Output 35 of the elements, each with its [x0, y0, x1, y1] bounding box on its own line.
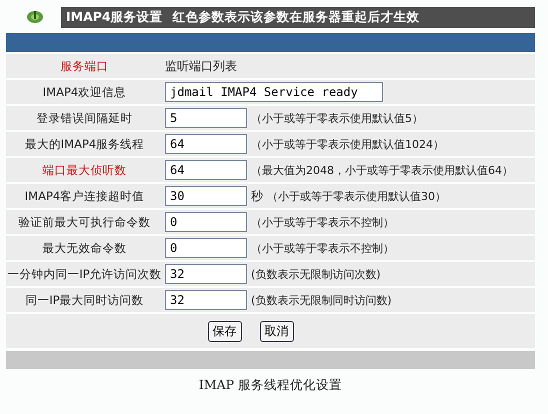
form-button[interactable]: 保存 [208, 320, 242, 342]
hint-text: (负数表示无限制访问次数) [251, 266, 381, 282]
input-field[interactable]: 32 [165, 290, 247, 310]
page-title: IMAP4服务设置 [66, 8, 163, 26]
input-field[interactable]: 5 [165, 108, 247, 128]
hint-text: （小于或等于零表示使用默认值30） [267, 188, 446, 204]
hint-text: （小于或等于零表示不控制） [251, 214, 394, 230]
field-label: 端口最大侦听数 [42, 162, 126, 176]
leaf-icon [26, 9, 44, 25]
field-label: IMAP4客户连接超时值 [24, 188, 144, 202]
hint-text: （最大值为2048，小于或等于零表示使用默认值64） [251, 162, 513, 178]
caption: IMAP 服务线程优化设置 [198, 377, 344, 394]
field-value: 监听端口列表 [165, 58, 237, 74]
input-field[interactable]: 64 [165, 134, 247, 154]
input-field[interactable]: 0 [165, 212, 247, 232]
input-field[interactable]: 0 [165, 238, 247, 258]
hint-text: (负数表示无限制同时访问数) [251, 292, 392, 308]
input-field[interactable]: jdmail IMAP4 Service ready [165, 82, 383, 102]
input-field[interactable]: 30 [165, 186, 247, 206]
field-label: 服务端口 [60, 58, 108, 72]
field-label: 最大的IMAP4服务线程 [24, 136, 144, 150]
hint-text: （小于或等于零表示不控制） [251, 240, 394, 256]
input-field[interactable]: 32 [165, 264, 247, 284]
input-field[interactable]: 64 [165, 160, 247, 180]
hint-text: （小于或等于零表示使用默认值1024） [251, 136, 444, 152]
unit-label: 秒 [251, 188, 263, 204]
field-label: 一分钟内同一IP允许访问次数 [7, 266, 162, 280]
field-label: 验证前最大可执行命令数 [18, 214, 150, 228]
field-label: IMAP4欢迎信息 [42, 84, 126, 98]
field-label: 最大无效命令数 [42, 240, 126, 254]
field-label: 登录错误间隔延时 [36, 110, 132, 124]
field-label: 同一IP最大同时访问数 [25, 292, 144, 306]
form-button[interactable]: 取消 [260, 320, 294, 342]
hint-text: （小于或等于零表示使用默认值5） [251, 110, 423, 126]
title-note: 红色参数表示该参数在服务器重起后才生效 [172, 8, 420, 26]
